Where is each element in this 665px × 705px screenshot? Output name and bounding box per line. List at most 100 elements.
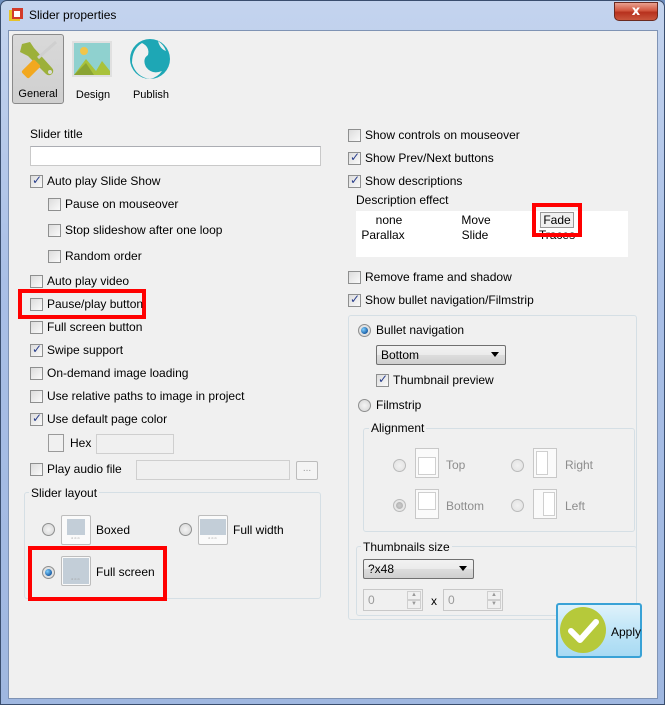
close-button[interactable]: x [614, 2, 658, 21]
pause-play-button-label: Pause/play button [47, 297, 144, 311]
tab-general[interactable]: General [12, 34, 64, 104]
dialog-client: General Design Publish Slider title ✓ Au… [8, 30, 658, 699]
align-right-label: Right [565, 458, 594, 472]
thumbnail-width-value: 0 [368, 593, 375, 607]
remove-frame-label: Remove frame and shadow [365, 270, 512, 284]
auto-play-video-label: Auto play video [47, 274, 130, 288]
description-effect-label: Description effect [356, 193, 449, 207]
close-icon: x [631, 4, 641, 19]
wrench-screwdriver-icon [20, 40, 57, 79]
thumbnail-preview-label: Thumbnail preview [393, 373, 494, 387]
picture-icon [72, 41, 112, 77]
align-left-label: Left [565, 499, 586, 513]
slider-title-label: Slider title [30, 127, 83, 141]
layout-full-width-radio[interactable] [179, 523, 192, 536]
stop-after-loop-label: Stop slideshow after one loop [65, 223, 223, 237]
random-order-checkbox[interactable] [48, 250, 61, 263]
full-screen-button-label: Full screen button [47, 320, 143, 334]
bullet-position-select[interactable]: Bottom [376, 345, 506, 365]
thumbnail-size-value: ?x48 [368, 562, 395, 576]
align-right-radio[interactable] [511, 459, 524, 472]
align-bottom-icon [415, 489, 439, 519]
align-bottom-radio[interactable] [393, 499, 406, 512]
show-controls-mouseover-label: Show controls on mouseover [365, 128, 520, 142]
chevron-down-icon [491, 352, 499, 357]
align-top-radio[interactable] [393, 459, 406, 472]
swipe-support-checkbox[interactable] [30, 342, 43, 357]
thumbnail-size-select[interactable]: ?x48 [363, 559, 474, 579]
on-demand-loading-checkbox[interactable] [30, 367, 43, 380]
thumbnail-preview-checkbox[interactable] [376, 372, 389, 387]
tab-label-publish: Publish [132, 89, 170, 101]
remove-frame-checkbox[interactable] [348, 271, 361, 284]
show-prev-next-label: Show Prev/Next buttons [365, 151, 494, 165]
browse-audio-button[interactable]: ... [296, 461, 318, 480]
tab-publish[interactable]: Publish [125, 34, 177, 104]
thumbnails-size-title: Thumbnails size [361, 540, 452, 554]
layout-boxed-label: Boxed [96, 523, 131, 537]
auto-play-slideshow-checkbox[interactable] [30, 173, 43, 188]
thumbnail-width-spinner[interactable]: 0 ▲ ▼ [363, 589, 423, 611]
effect-move[interactable]: Move [446, 213, 506, 227]
layout-boxed-radio[interactable] [42, 523, 55, 536]
auto-play-video-checkbox[interactable] [30, 275, 43, 288]
alignment-title: Alignment [369, 421, 427, 435]
stop-after-loop-checkbox[interactable] [48, 224, 61, 237]
thumbnail-height-spinner[interactable]: 0 ▲ ▼ [443, 589, 503, 611]
hex-label: Hex [70, 436, 92, 450]
align-right-icon [533, 448, 557, 478]
show-controls-mouseover-checkbox[interactable] [348, 129, 361, 142]
boxed-layout-icon: ▫▫▫ [61, 515, 91, 545]
bullet-navigation-radio[interactable] [358, 324, 371, 337]
play-audio-label: Play audio file [47, 462, 122, 476]
tab-design[interactable]: Design [67, 34, 119, 104]
default-page-color-checkbox[interactable] [30, 411, 43, 426]
bullet-navigation-label: Bullet navigation [376, 323, 465, 337]
show-descriptions-checkbox[interactable] [348, 173, 361, 188]
align-top-label: Top [446, 458, 466, 472]
layout-full-screen-radio[interactable] [42, 566, 55, 579]
effect-parallax[interactable]: Parallax [353, 228, 413, 242]
bullet-position-value: Bottom [381, 348, 420, 362]
show-bullet-nav-checkbox[interactable] [348, 292, 361, 307]
full-screen-layout-icon: ▫▫▫ [61, 556, 91, 586]
description-effect-list[interactable]: none Move Fade Parallax Slide Traces [356, 211, 628, 257]
chevron-down-icon [459, 566, 467, 571]
align-top-icon [415, 448, 439, 478]
highlight-fade [532, 203, 582, 237]
window-title: Slider properties [29, 8, 117, 22]
filmstrip-radio[interactable] [358, 399, 371, 412]
hex-color-swatch[interactable] [48, 434, 64, 452]
effect-slide[interactable]: Slide [445, 228, 505, 242]
thumbnail-height-value: 0 [448, 593, 455, 607]
pause-on-mouseover-label: Pause on mouseover [65, 197, 179, 211]
show-descriptions-label: Show descriptions [365, 174, 463, 188]
spin-down-icon[interactable]: ▼ [487, 600, 501, 609]
checkmark-icon [560, 607, 606, 653]
hex-input[interactable] [96, 434, 174, 454]
apply-button[interactable]: Apply [556, 603, 642, 658]
slider-title-input[interactable] [30, 146, 321, 166]
swipe-support-label: Swipe support [47, 343, 124, 357]
pause-on-mouseover-checkbox[interactable] [48, 198, 61, 211]
audio-file-input[interactable] [136, 460, 290, 480]
auto-play-slideshow-label: Auto play Slide Show [47, 174, 161, 188]
app-icon [9, 8, 23, 21]
show-prev-next-checkbox[interactable] [348, 150, 361, 165]
spin-down-icon[interactable]: ▼ [407, 600, 421, 609]
play-audio-checkbox[interactable] [30, 463, 43, 476]
spin-up-icon[interactable]: ▲ [487, 591, 501, 600]
layout-full-width-label: Full width [233, 523, 284, 537]
show-bullet-nav-label: Show bullet navigation/Filmstrip [365, 293, 534, 307]
size-separator: x [431, 594, 437, 608]
spin-up-icon[interactable]: ▲ [407, 591, 421, 600]
align-left-radio[interactable] [511, 499, 524, 512]
effect-none[interactable]: none [359, 213, 419, 227]
title-bar[interactable]: Slider properties x [1, 1, 664, 29]
full-width-layout-icon: ▫▫▫ [198, 515, 228, 545]
relative-paths-checkbox[interactable] [30, 390, 43, 403]
on-demand-loading-label: On-demand image loading [47, 366, 189, 380]
full-screen-button-checkbox[interactable] [30, 321, 43, 334]
apply-label: Apply [611, 625, 642, 639]
pause-play-button-checkbox[interactable] [30, 298, 43, 311]
